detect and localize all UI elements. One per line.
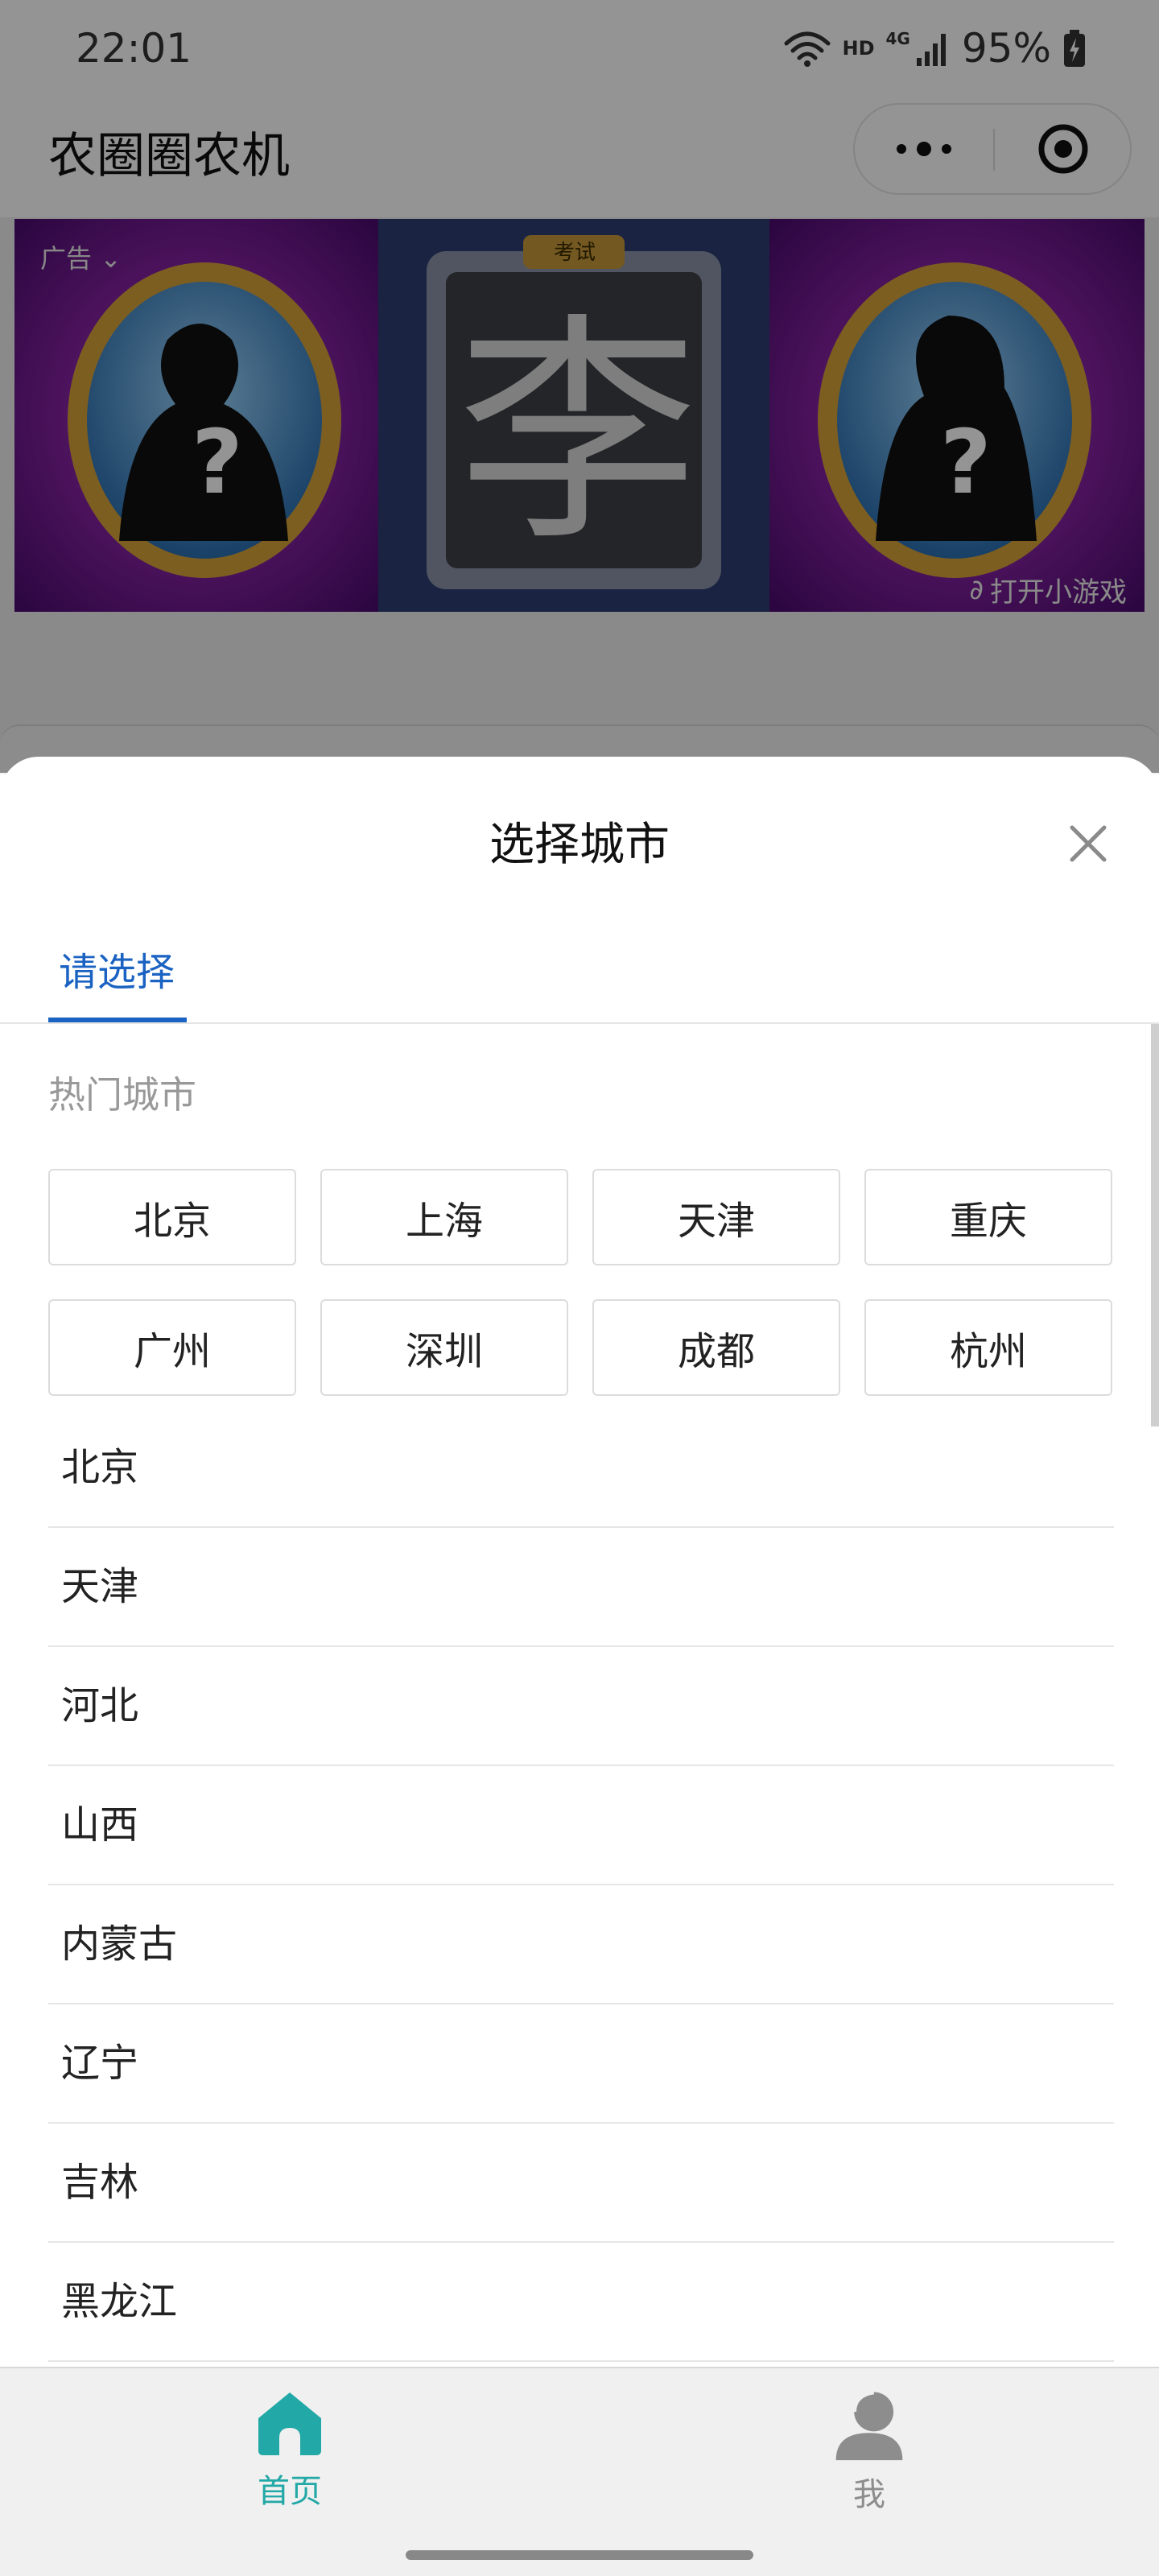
close-icon (1070, 825, 1107, 862)
bottom-tab-bar: 首页 我 (0, 2367, 1159, 2529)
hot-cities-grid: 北京 上海 天津 重庆 广州 深圳 成都 杭州 (48, 1169, 1114, 1396)
hot-cities-label: 热门城市 (48, 1073, 196, 1117)
tab-me-label: 我 (853, 2476, 885, 2513)
list-item[interactable]: 辽宁 (48, 2004, 1114, 2124)
hot-city-button[interactable]: 上海 (320, 1169, 568, 1265)
hot-city-button[interactable]: 深圳 (320, 1299, 568, 1396)
sheet-title: 选择城市 (489, 819, 670, 871)
hot-city-button[interactable]: 天津 (592, 1169, 840, 1265)
list-item[interactable]: 吉林 (48, 2124, 1114, 2243)
hot-city-button[interactable]: 杭州 (864, 1299, 1112, 1396)
scrollbar[interactable] (1151, 1024, 1159, 1426)
city-picker-sheet: 选择城市 请选择 热门城市 北京 上海 天津 重庆 广州 深圳 成都 杭州 北京… (0, 757, 1159, 2367)
hot-city-button[interactable]: 广州 (48, 1299, 296, 1396)
hot-city-button[interactable]: 北京 (48, 1169, 296, 1265)
modal-overlay[interactable] (0, 0, 1159, 773)
list-item[interactable]: 北京 (48, 1409, 1114, 1528)
hot-city-button[interactable]: 成都 (592, 1299, 840, 1396)
tab-me[interactable]: 我 (749, 2386, 990, 2515)
home-icon (258, 2392, 321, 2455)
list-item[interactable]: 内蒙古 (48, 1885, 1114, 2004)
list-item[interactable]: 山西 (48, 1766, 1114, 1885)
list-item[interactable]: 河北 (48, 1647, 1114, 1766)
home-gesture-bar[interactable] (406, 2550, 753, 2560)
gesture-area (0, 2528, 1159, 2576)
hot-city-button[interactable]: 重庆 (864, 1169, 1112, 1265)
list-item[interactable]: 黑龙江 (48, 2243, 1114, 2362)
user-icon (835, 2389, 903, 2461)
tab-divider (0, 1022, 1159, 1024)
list-item[interactable]: 天津 (48, 1528, 1114, 1647)
tab-please-select[interactable]: 请选择 (48, 932, 185, 1021)
close-button[interactable] (1062, 818, 1114, 869)
tab-home-label: 首页 (258, 2473, 322, 2510)
province-list: 北京 天津 河北 山西 内蒙古 辽宁 吉林 黑龙江 (48, 1409, 1114, 2362)
tab-home[interactable]: 首页 (169, 2386, 410, 2515)
